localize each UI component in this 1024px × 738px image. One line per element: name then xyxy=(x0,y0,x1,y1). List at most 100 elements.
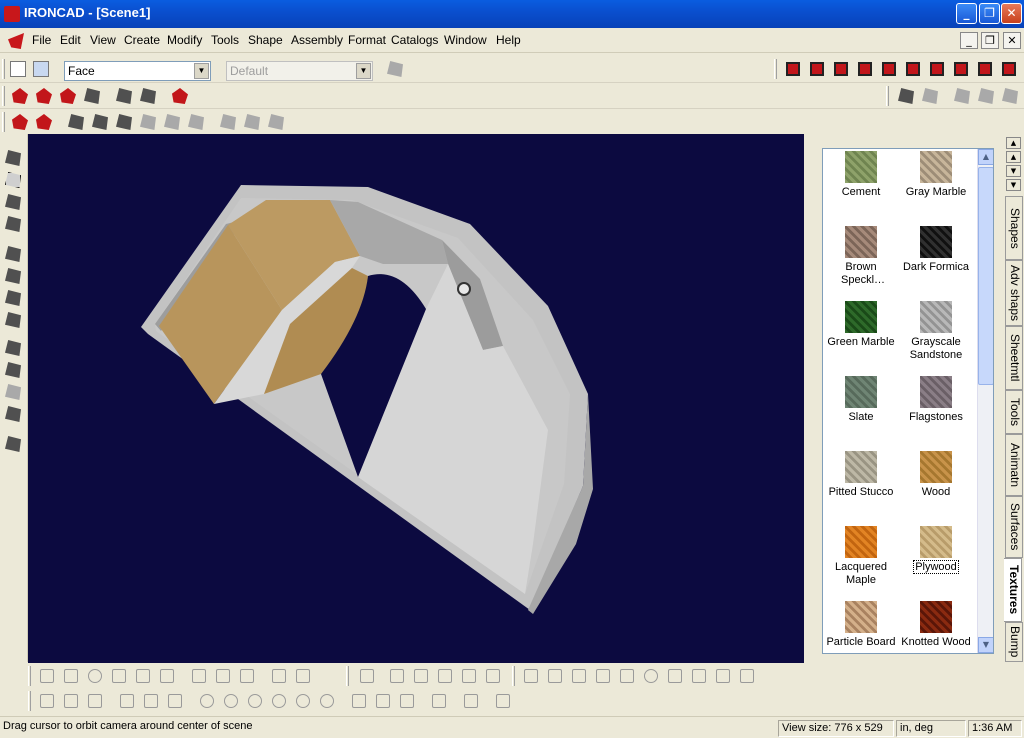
menu-shape[interactable]: Shape xyxy=(248,33,283,47)
tab-scroll-up-icon[interactable]: ▲ xyxy=(1006,151,1021,163)
tab-adv-shaps[interactable]: Adv shaps xyxy=(1005,260,1023,326)
loft-icon[interactable] xyxy=(84,88,100,104)
catalog-item-knotted-wood[interactable]: Knotted Wood xyxy=(898,601,974,649)
menu-file[interactable]: File xyxy=(32,33,51,47)
toolbar-grip[interactable] xyxy=(2,112,5,132)
previous-view-icon[interactable] xyxy=(5,340,21,356)
chamfer-icon[interactable] xyxy=(36,114,52,130)
catalog-item-brown-speckled[interactable]: Brown Speckl… xyxy=(823,226,899,287)
camera-list-icon[interactable] xyxy=(5,406,21,422)
walk-icon[interactable] xyxy=(5,216,21,232)
menu-help[interactable]: Help xyxy=(496,33,521,47)
minimize-button[interactable]: _ xyxy=(956,3,977,24)
extrude-icon[interactable] xyxy=(12,88,28,104)
close-button[interactable]: ✕ xyxy=(1001,3,1022,24)
look-at-icon[interactable] xyxy=(5,312,21,328)
catalog-item-particle-board[interactable]: Particle Board xyxy=(823,601,899,649)
menu-modify[interactable]: Modify xyxy=(167,33,202,47)
view-iso-icon[interactable] xyxy=(930,62,944,76)
view-bottom-icon[interactable] xyxy=(906,62,920,76)
view-dimetric-icon[interactable] xyxy=(978,62,992,76)
scroll-up-icon[interactable]: ▲ xyxy=(978,149,993,165)
custom-shape-icon[interactable] xyxy=(140,88,156,104)
mdi-restore-button[interactable]: ❐ xyxy=(981,32,999,49)
view-trimetric-icon[interactable] xyxy=(954,62,968,76)
toolbar-grip[interactable] xyxy=(774,59,777,79)
select-arrow-icon[interactable] xyxy=(10,61,26,77)
blend-icon[interactable] xyxy=(92,114,108,130)
menu-edit[interactable]: Edit xyxy=(60,33,81,47)
catalog-item-lacquered-maple[interactable]: Lacquered Maple xyxy=(823,526,899,587)
view-left-icon[interactable] xyxy=(834,62,848,76)
text-icon[interactable] xyxy=(116,88,132,104)
document-icon[interactable] xyxy=(8,33,24,49)
catalog-item-green-marble[interactable]: Green Marble xyxy=(823,301,899,349)
tab-tools[interactable]: Tools xyxy=(1005,390,1023,434)
toolbar-grip[interactable] xyxy=(346,666,349,686)
tab-scroll-down-icon[interactable]: ▼ xyxy=(1006,165,1021,177)
tab-scroll-bottom-icon[interactable]: ▼ xyxy=(1006,179,1021,191)
dropdown-arrow-icon[interactable]: ▼ xyxy=(194,63,209,79)
maximize-button[interactable]: ❐ xyxy=(979,3,1000,24)
toolbar-grip[interactable] xyxy=(886,86,889,106)
menu-tools[interactable]: Tools xyxy=(211,33,239,47)
toolbar-grip[interactable] xyxy=(512,666,515,686)
boolean-icon[interactable] xyxy=(116,114,132,130)
view-normal-icon[interactable] xyxy=(1002,62,1016,76)
catalog-item-gray-marble[interactable]: Gray Marble xyxy=(898,151,974,199)
pan-icon[interactable] xyxy=(5,150,21,166)
zoom-icon[interactable] xyxy=(5,246,21,262)
camera-icon[interactable] xyxy=(5,362,21,378)
fillet-icon[interactable] xyxy=(12,114,28,130)
render-icon[interactable] xyxy=(5,436,21,452)
mdi-minimize-button[interactable]: _ xyxy=(960,32,978,49)
fit-view-icon[interactable] xyxy=(5,290,21,306)
scroll-thumb[interactable] xyxy=(978,167,993,385)
menu-assembly[interactable]: Assembly xyxy=(291,33,343,47)
catalog-item-plywood[interactable]: Plywood xyxy=(898,526,974,574)
catalog-scrollbar[interactable]: ▲ ▼ xyxy=(977,149,993,653)
view-back-icon[interactable] xyxy=(810,62,824,76)
shell-icon[interactable] xyxy=(68,114,84,130)
view-top-icon[interactable] xyxy=(882,62,896,76)
catalog-item-slate[interactable]: Slate xyxy=(823,376,899,424)
menu-format[interactable]: Format xyxy=(348,33,386,47)
tab-surfaces[interactable]: Surfaces xyxy=(1005,496,1023,558)
sweep-icon[interactable] xyxy=(60,88,76,104)
catalog-item-flagstones[interactable]: Flagstones xyxy=(898,376,974,424)
spin-icon[interactable] xyxy=(36,88,52,104)
scene-viewport[interactable] xyxy=(28,134,804,663)
tab-sheetmtl[interactable]: Sheetmtl xyxy=(1005,326,1023,390)
texture-catalog-list[interactable]: Cement Gray Marble Brown Speckl… Dark Fo… xyxy=(822,148,994,654)
tab-shapes[interactable]: Shapes xyxy=(1005,196,1023,260)
select-box-icon[interactable] xyxy=(33,61,49,77)
scroll-down-icon[interactable]: ▼ xyxy=(978,637,993,653)
tab-scroll-top-icon[interactable]: ▲ xyxy=(1006,137,1021,149)
view-front-icon[interactable] xyxy=(786,62,800,76)
catalog-item-grayscale-sandstone[interactable]: Grayscale Sandstone xyxy=(898,301,974,362)
eyedropper-icon[interactable] xyxy=(898,88,914,104)
curve-arc3-icon xyxy=(400,694,414,708)
menu-create[interactable]: Create xyxy=(124,33,160,47)
tab-bump[interactable]: Bump xyxy=(1005,622,1023,662)
catalog-item-dark-formica[interactable]: Dark Formica xyxy=(898,226,974,274)
menu-window[interactable]: Window xyxy=(444,33,487,47)
orbit-icon[interactable] xyxy=(5,172,21,188)
zoom-window-icon[interactable] xyxy=(5,268,21,284)
tab-animatn[interactable]: Animatn xyxy=(1005,434,1023,496)
catalog-item-wood[interactable]: Wood xyxy=(898,451,974,499)
menu-catalogs[interactable]: Catalogs xyxy=(391,33,438,47)
toolbar-grip[interactable] xyxy=(28,691,31,711)
toolbar-grip[interactable] xyxy=(28,666,31,686)
toolbar-grip[interactable] xyxy=(2,59,5,79)
catalog-item-pitted-stucco[interactable]: Pitted Stucco xyxy=(823,451,899,499)
selection-filter-combo[interactable]: Face ▼ xyxy=(64,61,211,81)
view-right-icon[interactable] xyxy=(858,62,872,76)
toolbar-grip[interactable] xyxy=(2,86,5,106)
tab-textures[interactable]: Textures xyxy=(1004,558,1022,622)
catalog-item-cement[interactable]: Cement xyxy=(823,151,899,199)
mdi-close-button[interactable]: ✕ xyxy=(1003,32,1021,49)
dolly-icon[interactable] xyxy=(5,194,21,210)
menu-view[interactable]: View xyxy=(90,33,116,47)
sheetmetal-icon[interactable] xyxy=(172,88,188,104)
